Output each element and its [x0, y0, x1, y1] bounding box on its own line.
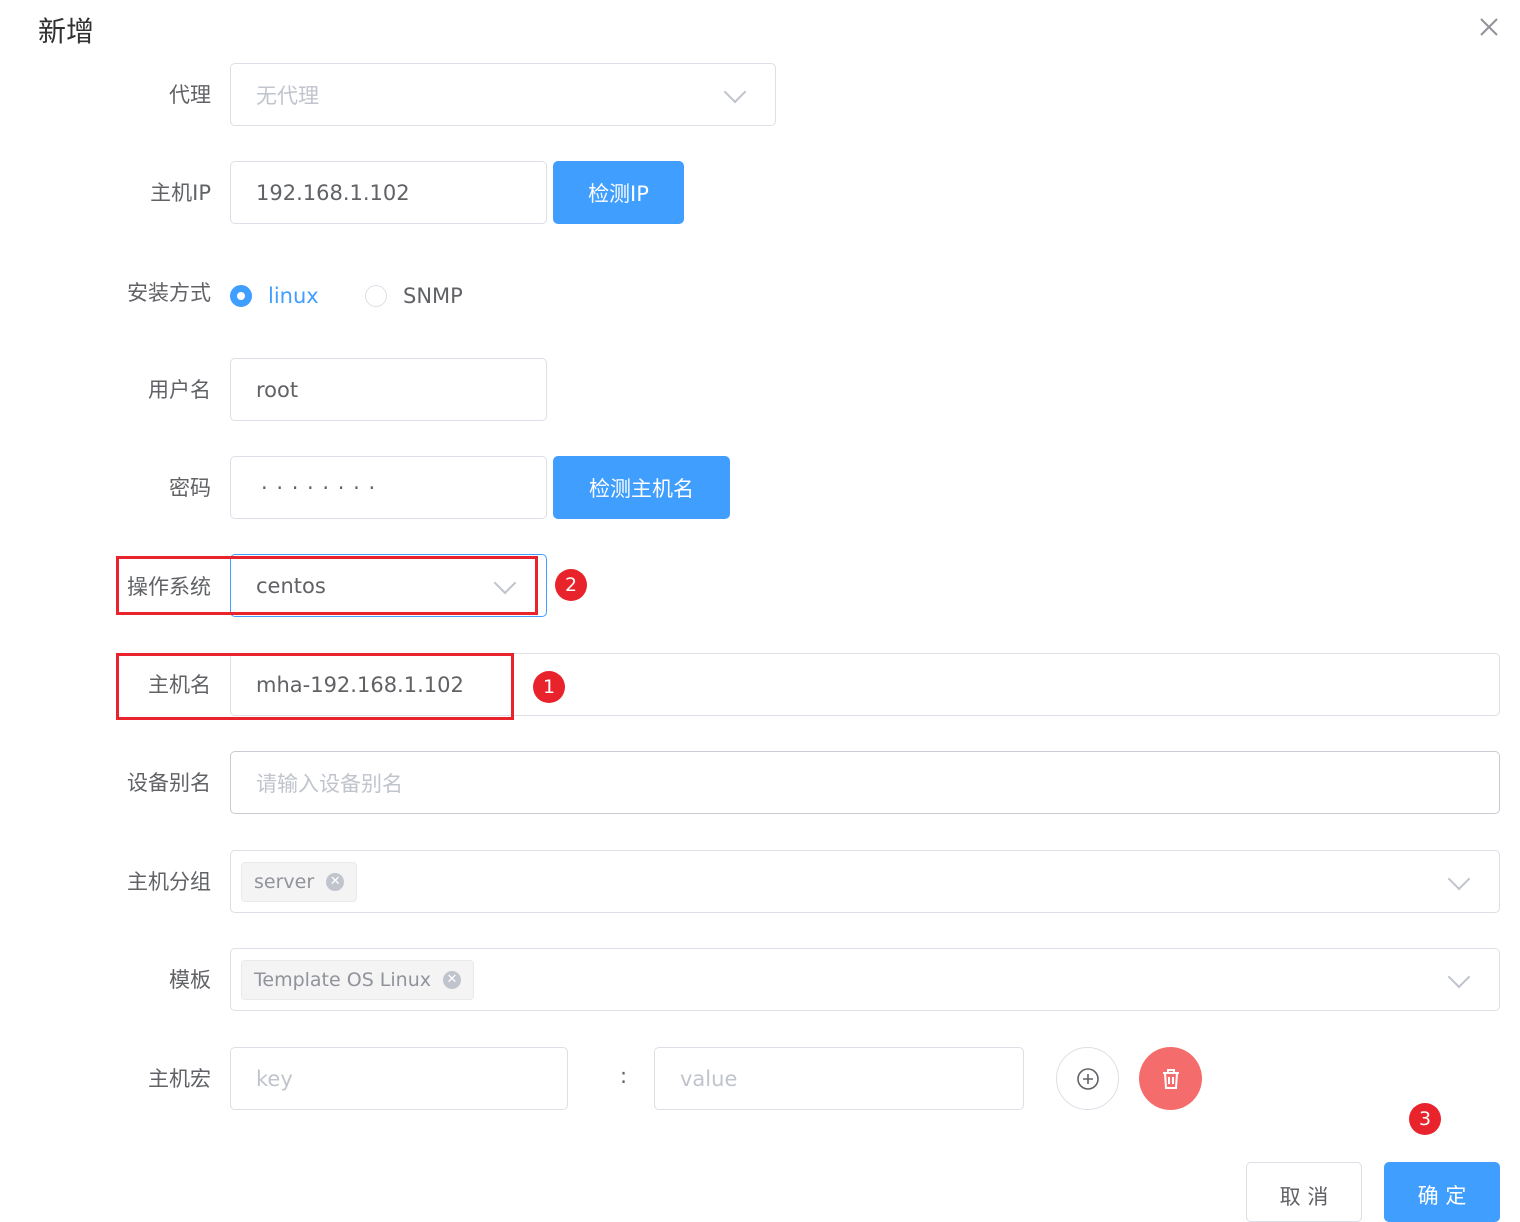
- annotation-badge-2: 2: [555, 569, 587, 601]
- host-ip-label: 主机IP: [150, 181, 211, 205]
- host-ip-value: 192.168.1.102: [256, 180, 410, 205]
- dialog-title: 新增: [38, 15, 95, 48]
- confirm-button[interactable]: 确 定: [1384, 1162, 1500, 1222]
- annotation-box-os: [116, 556, 538, 615]
- template-select[interactable]: Template OS Linux ✕: [230, 948, 1500, 1011]
- host-macro-label: 主机宏: [148, 1067, 211, 1091]
- password-input[interactable]: · · · · · · · ·: [230, 456, 547, 519]
- radio-unchecked-icon: [365, 285, 387, 307]
- macro-key-input[interactable]: key: [230, 1047, 568, 1110]
- tag-template-os-linux: Template OS Linux ✕: [241, 959, 474, 1000]
- check-ip-button[interactable]: 检测IP: [553, 161, 684, 224]
- alias-label: 设备别名: [127, 771, 211, 795]
- proxy-label: 代理: [169, 83, 211, 107]
- username-input[interactable]: root: [230, 358, 547, 421]
- plus-circle-icon: [1076, 1067, 1099, 1090]
- tag-label: server: [254, 870, 315, 893]
- annotation-box-hostname: [116, 653, 514, 720]
- macro-key-placeholder: key: [256, 1066, 293, 1091]
- chevron-down-icon: [1447, 867, 1471, 891]
- proxy-placeholder: 无代理: [256, 83, 319, 108]
- cancel-button[interactable]: 取 消: [1246, 1162, 1362, 1222]
- add-macro-button[interactable]: [1056, 1047, 1119, 1110]
- username-value: root: [256, 377, 299, 402]
- chevron-down-icon: [1447, 965, 1471, 989]
- alias-placeholder: 请输入设备别名: [256, 771, 403, 796]
- tag-server: server ✕: [241, 861, 358, 902]
- host-group-select[interactable]: server ✕: [230, 850, 1500, 913]
- macro-value-input[interactable]: value: [654, 1047, 1024, 1110]
- delete-macro-button[interactable]: [1139, 1047, 1202, 1110]
- macro-separator: :: [620, 1064, 628, 1088]
- close-icon[interactable]: [1476, 14, 1502, 40]
- host-ip-input[interactable]: 192.168.1.102: [230, 161, 547, 224]
- password-label: 密码: [169, 476, 211, 500]
- macro-value-placeholder: value: [680, 1066, 738, 1091]
- radio-snmp[interactable]: SNMP: [365, 284, 463, 308]
- trash-icon: [1162, 1068, 1179, 1089]
- tag-label: Template OS Linux: [254, 968, 431, 991]
- annotation-badge-1: 1: [533, 671, 565, 703]
- alias-input[interactable]: 请输入设备别名: [230, 751, 1500, 814]
- password-value: · · · · · · · ·: [261, 475, 377, 500]
- host-group-label: 主机分组: [127, 870, 211, 894]
- proxy-select[interactable]: 无代理: [230, 63, 776, 126]
- chevron-down-icon: [723, 80, 747, 104]
- radio-checked-icon: [230, 285, 252, 307]
- annotation-badge-3: 3: [1409, 1103, 1441, 1135]
- tag-close-icon[interactable]: ✕: [442, 970, 461, 989]
- radio-linux-label: linux: [268, 284, 319, 308]
- template-label: 模板: [169, 968, 211, 992]
- radio-snmp-label: SNMP: [403, 284, 463, 308]
- username-label: 用户名: [148, 378, 211, 402]
- radio-linux[interactable]: linux: [230, 284, 319, 308]
- install-method-label: 安装方式: [127, 281, 211, 305]
- check-hostname-button[interactable]: 检测主机名: [553, 456, 730, 519]
- tag-close-icon[interactable]: ✕: [326, 872, 345, 891]
